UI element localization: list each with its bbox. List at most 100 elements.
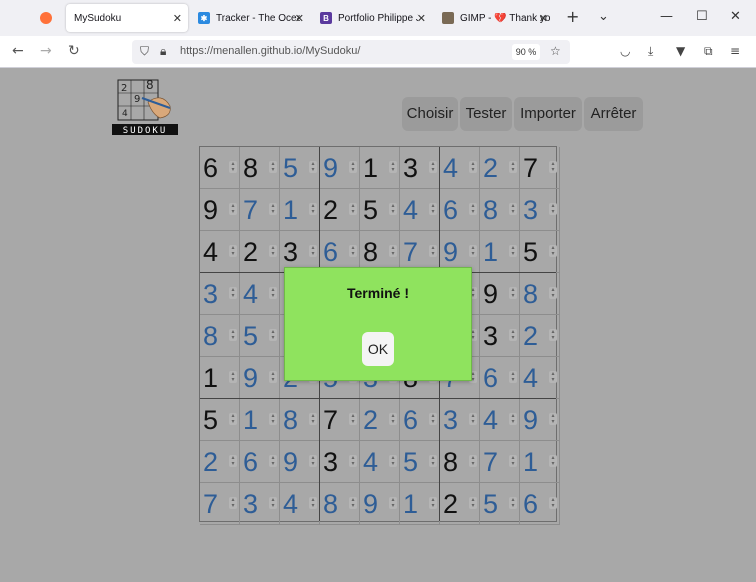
sudoku-cell[interactable]: 6 ▴ ▾ (400, 399, 440, 441)
maximize-icon[interactable]: ☐ (696, 9, 708, 24)
spinner-icon[interactable]: ▴▾ (349, 497, 357, 509)
sudoku-cell[interactable]: 2 ▴▾ (240, 231, 280, 273)
sudoku-cell[interactable]: 4 ▴ ▾ (400, 189, 440, 231)
sudoku-cell[interactable]: 5 ▴▾ (520, 231, 560, 273)
spinner-icon[interactable]: ▴▾ (509, 287, 517, 299)
spinner-icon[interactable]: ▴▾ (549, 287, 557, 299)
sudoku-cell[interactable]: 6 ▴ ▾ (440, 189, 480, 231)
minimize-icon[interactable]: — (660, 9, 673, 24)
spinner-icon[interactable]: ▴▾ (549, 497, 557, 509)
spinner-icon[interactable]: ▴▾ (509, 497, 517, 509)
lock-icon[interactable]: 🔒︎ (160, 44, 166, 59)
sudoku-cell[interactable]: 4 ▴ ▾ (520, 357, 560, 399)
url-bar[interactable]: ⛉ 🔒︎ https://menallen.github.io/MySudoku… (132, 40, 570, 64)
spinner-icon[interactable]: ▴▾ (269, 161, 277, 173)
spinner-icon[interactable]: ▴▾ (349, 413, 357, 425)
spinner-icon[interactable]: ▴▾ (469, 245, 477, 257)
spinner-icon[interactable]: ▴▾ (269, 329, 277, 341)
sudoku-cell[interactable]: 5 ▴▾ (400, 441, 440, 483)
spinner-icon[interactable]: ▴▾ (429, 245, 437, 257)
spinner-icon[interactable]: ▴▾ (229, 161, 237, 173)
back-icon[interactable]: ← (12, 43, 24, 59)
spinner-icon[interactable]: ▴▾ (349, 203, 357, 215)
sudoku-cell[interactable]: 1 ▴ ▾ (400, 483, 440, 525)
sudoku-cell[interactable]: 6 ▴ ▾ (200, 147, 240, 189)
close-icon[interactable]: ✕ (539, 12, 548, 25)
spinner-icon[interactable]: ▴▾ (269, 245, 277, 257)
sudoku-cell[interactable]: 2 ▴▾ (320, 189, 360, 231)
spinner-icon[interactable]: ▴▾ (349, 245, 357, 257)
spinner-icon[interactable]: ▴▾ (309, 455, 317, 467)
tab-tracker[interactable]: ✱ Tracker - The Ocean ✕ (192, 4, 310, 32)
sudoku-cell[interactable]: 9 ▴ ▾ (280, 441, 320, 483)
sudoku-cell[interactable]: 2 ▴▾ (480, 147, 520, 189)
sudoku-cell[interactable]: 6 ▴ ▾ (480, 357, 520, 399)
sudoku-cell[interactable]: 5 ▴▾ (280, 147, 320, 189)
spinner-icon[interactable]: ▴▾ (549, 371, 557, 383)
zoom-level[interactable]: 90 % (512, 44, 540, 60)
sudoku-cell[interactable]: 4 ▴ ▾ (240, 273, 280, 315)
sudoku-cell[interactable]: 2 ▴▾ (200, 441, 240, 483)
reload-icon[interactable]: ↻ (68, 43, 80, 59)
sudoku-cell[interactable]: 1 ▴ ▾ (240, 399, 280, 441)
spinner-icon[interactable]: ▴▾ (229, 203, 237, 215)
window-close-icon[interactable]: ✕ (730, 9, 741, 24)
sudoku-cell[interactable]: 4 ▴ ▾ (440, 147, 480, 189)
sudoku-cell[interactable]: 8 ▴▾ (280, 399, 320, 441)
extensions-icon[interactable]: ⧉ (704, 44, 713, 59)
spinner-icon[interactable]: ▴▾ (229, 245, 237, 257)
spinner-icon[interactable]: ▴▾ (429, 161, 437, 173)
sudoku-cell[interactable]: 4 ▴ ▾ (360, 441, 400, 483)
spinner-icon[interactable]: ▴▾ (509, 455, 517, 467)
spinner-icon[interactable]: ▴▾ (389, 161, 397, 173)
bookmark-star-icon[interactable]: ☆ (550, 44, 561, 58)
spinner-icon[interactable]: ▴▾ (429, 455, 437, 467)
sudoku-cell[interactable]: 2 ▴▾ (520, 315, 560, 357)
sudoku-cell[interactable]: 1 ▴ ▾ (520, 441, 560, 483)
spinner-icon[interactable]: ▴▾ (229, 287, 237, 299)
tab-portfolio[interactable]: B Portfolio Philippe J ✕ (314, 4, 432, 32)
vivaldi-extension-icon[interactable]: ▼ (676, 44, 685, 58)
spinner-icon[interactable]: ▴▾ (509, 161, 517, 173)
spinner-icon[interactable]: ▴▾ (269, 287, 277, 299)
sudoku-cell[interactable]: 9 ▴ ▾ (360, 483, 400, 525)
sudoku-cell[interactable]: 1 ▴ ▾ (200, 357, 240, 399)
spinner-icon[interactable]: ▴▾ (309, 413, 317, 425)
sudoku-cell[interactable]: 3 ▴▾ (400, 147, 440, 189)
spinner-icon[interactable]: ▴▾ (549, 455, 557, 467)
spinner-icon[interactable]: ▴▾ (549, 245, 557, 257)
spinner-icon[interactable]: ▴▾ (229, 455, 237, 467)
spinner-icon[interactable]: ▴▾ (309, 161, 317, 173)
spinner-icon[interactable]: ▴▾ (429, 413, 437, 425)
new-tab-icon[interactable]: + (566, 7, 579, 26)
sudoku-cell[interactable]: 3 ▴▾ (200, 273, 240, 315)
download-icon[interactable]: ⤓ (648, 44, 653, 59)
sudoku-cell[interactable]: 8 ▴▾ (520, 273, 560, 315)
spinner-icon[interactable]: ▴▾ (229, 329, 237, 341)
choisir-button[interactable]: Choisir (402, 97, 458, 131)
tester-button[interactable]: Tester (460, 97, 512, 131)
pocket-icon[interactable]: ◡ (620, 44, 630, 58)
sudoku-cell[interactable]: 5 ▴▾ (480, 483, 520, 525)
sudoku-cell[interactable]: 3 ▴▾ (320, 441, 360, 483)
spinner-icon[interactable]: ▴▾ (309, 497, 317, 509)
sudoku-cell[interactable]: 6 ▴ ▾ (520, 483, 560, 525)
sudoku-cell[interactable]: 3 ▴▾ (440, 399, 480, 441)
spinner-icon[interactable]: ▴▾ (229, 413, 237, 425)
menu-icon[interactable]: ≡ (730, 44, 740, 58)
sudoku-cell[interactable]: 5 ▴▾ (240, 315, 280, 357)
spinner-icon[interactable]: ▴▾ (389, 497, 397, 509)
sudoku-cell[interactable]: 5 ▴▾ (200, 399, 240, 441)
spinner-icon[interactable]: ▴▾ (469, 203, 477, 215)
spinner-icon[interactable]: ▴▾ (509, 413, 517, 425)
spinner-icon[interactable]: ▴▾ (389, 455, 397, 467)
sudoku-cell[interactable]: 6 ▴ ▾ (240, 441, 280, 483)
spinner-icon[interactable]: ▴▾ (269, 203, 277, 215)
sudoku-cell[interactable]: 7 ▴▾ (480, 441, 520, 483)
sudoku-cell[interactable]: 9 ▴ ▾ (320, 147, 360, 189)
sudoku-cell[interactable]: 7 ▴▾ (200, 483, 240, 525)
spinner-icon[interactable]: ▴▾ (509, 203, 517, 215)
sudoku-cell[interactable]: 3 ▴▾ (240, 483, 280, 525)
tab-mysudoku[interactable]: MySudoku ✕ (66, 4, 188, 32)
close-icon[interactable]: ✕ (295, 12, 304, 25)
